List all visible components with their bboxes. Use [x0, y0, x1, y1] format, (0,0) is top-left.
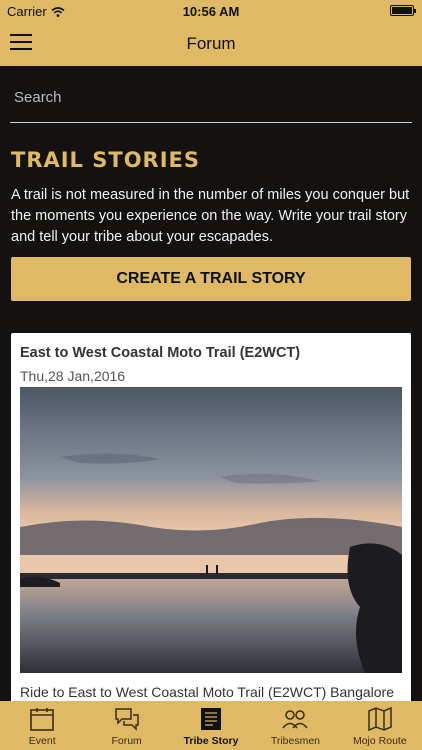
map-icon [368, 706, 392, 732]
nav-bar: Forum [0, 22, 422, 66]
tab-label: Tribesmen [270, 735, 321, 747]
clock: 10:56 AM [182, 4, 240, 19]
book-icon [201, 708, 222, 730]
people-icon [282, 710, 309, 729]
story-title[interactable]: East to West Coastal Moto Trail (E2WCT) [20, 345, 300, 361]
section-heading: TRAIL STORIES [11, 148, 201, 172]
tab-forum[interactable]: Forum [84, 701, 168, 750]
search-input[interactable] [10, 78, 412, 116]
tab-tribesmen[interactable]: Tribesmen [253, 701, 337, 750]
status-bar: Carrier 10:56 AM [0, 0, 422, 22]
tab-bar: Event Forum Tribe Story Tribesmen Mojo R… [0, 701, 422, 750]
calendar-icon [30, 708, 55, 731]
story-card[interactable]: East to West Coastal Moto Trail (E2WCT) … [11, 333, 411, 703]
tab-label: Event [28, 735, 56, 747]
section-intro: A trail is not measured in the number of… [11, 187, 410, 245]
story-image[interactable] [20, 387, 402, 673]
tab-event[interactable]: Event [0, 701, 84, 750]
chat-bubbles-icon [114, 708, 139, 731]
tab-label: Forum [111, 735, 142, 747]
create-trail-story-button[interactable]: CREATE A TRAIL STORY [11, 257, 411, 301]
tab-label: Mojo Route [352, 735, 407, 747]
search-bar [10, 78, 412, 123]
battery-icon [390, 5, 416, 16]
tab-label: Tribe Story [183, 735, 239, 747]
tab-tribe-story[interactable]: Tribe Story [169, 701, 253, 750]
tab-mojo-route[interactable]: Mojo Route [338, 701, 422, 750]
story-date: Thu,28 Jan,2016 [20, 368, 126, 384]
page-title: Forum [186, 34, 236, 53]
story-excerpt: Ride to East to West Coastal Moto Trail … [20, 684, 394, 700]
